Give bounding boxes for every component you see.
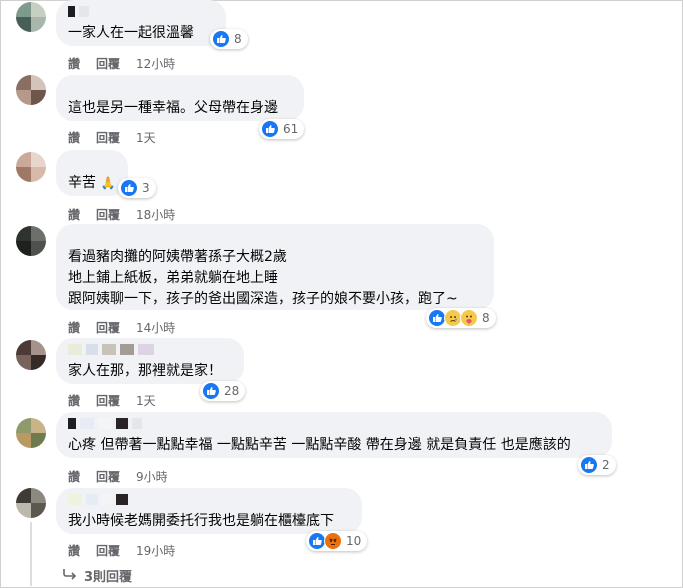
reaction-count: 61 — [283, 122, 299, 136]
reply-link[interactable]: 回覆 — [96, 468, 120, 485]
reaction-summary[interactable]: 8 — [210, 29, 248, 49]
comment-text: 辛苦 🙏 — [68, 174, 115, 192]
avatar[interactable] — [16, 2, 46, 32]
reaction-count: 8 — [482, 311, 490, 325]
reply-link[interactable]: 回覆 — [96, 129, 120, 146]
reaction-summary[interactable]: 2 — [578, 455, 616, 475]
avatar[interactable] — [16, 418, 46, 448]
thumbs-up-icon — [202, 382, 220, 400]
thumbs-up-icon — [261, 120, 279, 138]
comment-actions: 讚 回覆 19小時 — [68, 542, 175, 559]
timestamp[interactable]: 9小時 — [136, 468, 168, 485]
like-link[interactable]: 讚 — [68, 392, 80, 409]
thumbs-up-icon — [212, 30, 230, 48]
comment-text: 看過豬肉攤的阿姨帶著孫子大概2歲 — [68, 249, 287, 265]
comment-actions: 讚 回覆 1天 — [68, 129, 156, 146]
reaction-count: 28 — [224, 384, 240, 398]
timestamp[interactable]: 12小時 — [136, 55, 175, 72]
reply-link[interactable]: 回覆 — [96, 55, 120, 72]
clasped-hands-icon: 🙏 — [100, 176, 116, 190]
reaction-summary[interactable]: 61 — [259, 119, 305, 139]
comment-text: 家人在那，那裡就是家！ — [68, 363, 222, 379]
reply-link[interactable]: 回覆 — [96, 392, 120, 409]
comment-text: 這也是另一種幸福。父母帶在身邊 — [68, 100, 278, 116]
comment-bubble: 心疼 但帶著一點點幸福 一點點辛苦 一點點辛酸 帶在身邊 就是負責任 也是應該的 — [56, 412, 612, 458]
reaction-summary[interactable]: 28 — [200, 381, 246, 401]
comment-actions: 讚 回覆 14小時 — [68, 319, 175, 336]
comment-bubble: 這也是另一種幸福。父母帶在身邊 — [56, 75, 304, 121]
comment-actions: 讚 回覆 12小時 — [68, 55, 175, 72]
more-replies-label: 3則回覆 — [84, 570, 133, 585]
care-emoji-icon — [460, 309, 478, 327]
avatar[interactable] — [16, 152, 46, 182]
commenter-name-redacted[interactable] — [68, 417, 142, 429]
comment-text: 一家人在一起很溫馨 — [68, 25, 194, 41]
like-link[interactable]: 讚 — [68, 319, 80, 336]
like-link[interactable]: 讚 — [68, 55, 80, 72]
avatar[interactable] — [16, 75, 46, 105]
avatar[interactable] — [16, 340, 46, 370]
reaction-summary[interactable]: 3 — [118, 178, 156, 198]
comment-actions: 讚 回覆 1天 — [68, 392, 156, 409]
reaction-count: 10 — [346, 534, 362, 548]
reply-link[interactable]: 回覆 — [96, 319, 120, 336]
reaction-count: 2 — [602, 458, 610, 472]
reaction-count: 8 — [234, 32, 242, 46]
like-link[interactable]: 讚 — [68, 468, 80, 485]
timestamp[interactable]: 1天 — [136, 392, 156, 409]
timestamp[interactable]: 19小時 — [136, 542, 175, 559]
like-link[interactable]: 讚 — [68, 542, 80, 559]
timestamp[interactable]: 14小時 — [136, 319, 175, 336]
thumbs-up-icon — [120, 179, 138, 197]
reply-link[interactable]: 回覆 — [96, 542, 120, 559]
reply-link[interactable]: 回覆 — [96, 206, 120, 223]
commenter-name-redacted[interactable] — [68, 493, 128, 505]
angry-emoji-icon — [324, 532, 342, 550]
comment-text: 地上鋪上紙板，弟弟就躺在地上睡 — [68, 270, 278, 286]
reply-arrow-icon — [62, 568, 78, 584]
comment-text-content: 辛苦 — [68, 175, 96, 191]
timestamp[interactable]: 1天 — [136, 129, 156, 146]
like-link[interactable]: 讚 — [68, 129, 80, 146]
comment-actions: 讚 回覆 18小時 — [68, 206, 175, 223]
comment-text: 跟阿姨聊一下，孩子的爸出國深造，孩子的娘不要小孩，跑了~ — [68, 291, 458, 307]
comment-bubble: 一家人在一起很溫馨 — [56, 0, 226, 46]
reaction-summary[interactable]: 8 — [426, 308, 496, 328]
thread-line — [30, 522, 32, 586]
comment-text: 我小時候老媽開委托行我也是躺在櫃檯底下 — [68, 513, 334, 529]
reaction-count: 3 — [142, 181, 150, 195]
comment-actions: 讚 回覆 9小時 — [68, 468, 168, 485]
avatar[interactable] — [16, 226, 46, 256]
comment-text: 心疼 但帶著一點點幸福 一點點辛苦 一點點辛酸 帶在身邊 就是負責任 也是應該的 — [68, 437, 571, 453]
commenter-name-redacted[interactable] — [68, 5, 89, 17]
avatar[interactable] — [16, 488, 46, 518]
comment-bubble: 家人在那，那裡就是家！ — [56, 338, 244, 384]
commenter-name-redacted[interactable] — [68, 343, 154, 355]
reaction-summary[interactable]: 10 — [306, 531, 368, 551]
view-more-replies[interactable]: 3則回覆 — [62, 566, 132, 585]
comment-bubble: 看過豬肉攤的阿姨帶著孫子大概2歲 地上鋪上紙板，弟弟就躺在地上睡 跟阿姨聊一下，… — [56, 224, 494, 310]
like-link[interactable]: 讚 — [68, 206, 80, 223]
timestamp[interactable]: 18小時 — [136, 206, 175, 223]
comment-bubble: 我小時候老媽開委托行我也是躺在櫃檯底下 — [56, 488, 362, 534]
thumbs-up-icon — [580, 456, 598, 474]
